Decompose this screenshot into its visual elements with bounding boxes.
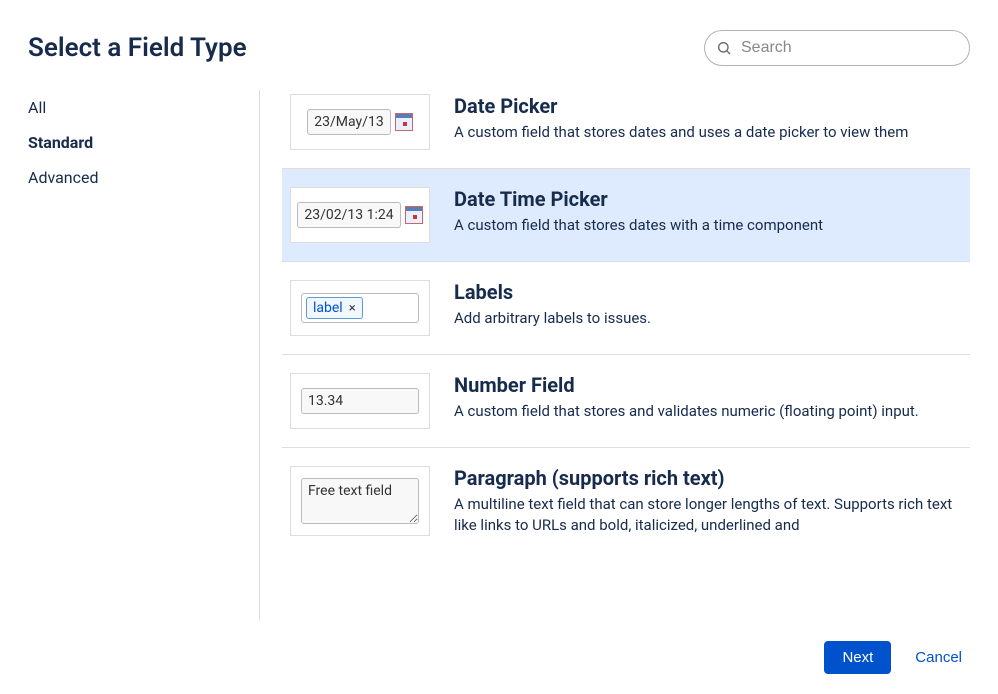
- preview-date-picker: 23/May/13: [290, 94, 430, 150]
- option-labels[interactable]: label × Labels Add arbitrary labels to i…: [282, 262, 970, 355]
- label-pill: label ×: [306, 297, 363, 319]
- dialog-footer: Next Cancel: [28, 621, 970, 674]
- datetime-input-row: 23/02/13 1:24: [297, 202, 422, 228]
- preview-number-field: 13.34: [290, 373, 430, 429]
- date-value: 23/May/13: [307, 109, 390, 135]
- option-paragraph[interactable]: Paragraph (supports rich text) A multili…: [282, 448, 970, 554]
- option-text: Date Picker A custom field that stores d…: [454, 94, 960, 150]
- option-text: Paragraph (supports rich text) A multili…: [454, 466, 960, 536]
- sidebar-item-all[interactable]: All: [28, 90, 247, 125]
- option-desc: A multiline text field that can store lo…: [454, 494, 960, 536]
- sidebar: All Standard Advanced: [28, 90, 260, 621]
- option-desc: A custom field that stores dates and use…: [454, 122, 960, 143]
- dialog-body: All Standard Advanced 23/May/13 Date Pic…: [28, 90, 970, 621]
- sidebar-item-standard[interactable]: Standard: [28, 125, 247, 160]
- cancel-button[interactable]: Cancel: [915, 649, 962, 666]
- calendar-icon: [405, 206, 423, 224]
- datetime-value: 23/02/13 1:24: [297, 202, 400, 228]
- preview-paragraph: [290, 466, 430, 536]
- option-title: Date Picker: [454, 94, 960, 118]
- option-title: Number Field: [454, 373, 960, 397]
- option-text: Date Time Picker A custom field that sto…: [454, 187, 960, 243]
- option-date-time-picker[interactable]: 23/02/13 1:24 Date Time Picker A custom …: [282, 169, 970, 262]
- dialog-title: Select a Field Type: [28, 33, 247, 63]
- option-title: Labels: [454, 280, 960, 304]
- remove-label-icon: ×: [349, 301, 356, 316]
- next-button[interactable]: Next: [824, 641, 891, 674]
- textarea-preview: [301, 478, 419, 524]
- option-title: Date Time Picker: [454, 187, 960, 211]
- option-desc: Add arbitrary labels to issues.: [454, 308, 960, 329]
- search-field: [704, 30, 970, 66]
- option-desc: A custom field that stores dates with a …: [454, 215, 960, 236]
- option-number-field[interactable]: 13.34 Number Field A custom field that s…: [282, 355, 970, 448]
- label-text: label: [313, 300, 343, 316]
- search-icon: [716, 40, 732, 56]
- option-title: Paragraph (supports rich text): [454, 466, 960, 490]
- options-list: 23/May/13 Date Picker A custom field tha…: [260, 90, 970, 621]
- preview-labels: label ×: [290, 280, 430, 336]
- option-desc: A custom field that stores and validates…: [454, 401, 960, 422]
- label-input: label ×: [301, 293, 419, 323]
- search-input[interactable]: [704, 30, 970, 66]
- preview-date-time-picker: 23/02/13 1:24: [290, 187, 430, 243]
- dialog: Select a Field Type All Standard Advance…: [0, 0, 998, 694]
- calendar-icon: [395, 113, 413, 131]
- number-value: 13.34: [301, 388, 419, 414]
- option-text: Number Field A custom field that stores …: [454, 373, 960, 429]
- date-input-row: 23/May/13: [307, 109, 412, 135]
- sidebar-item-advanced[interactable]: Advanced: [28, 160, 247, 195]
- option-date-picker[interactable]: 23/May/13 Date Picker A custom field tha…: [282, 90, 970, 169]
- option-text: Labels Add arbitrary labels to issues.: [454, 280, 960, 336]
- dialog-header: Select a Field Type: [28, 30, 970, 66]
